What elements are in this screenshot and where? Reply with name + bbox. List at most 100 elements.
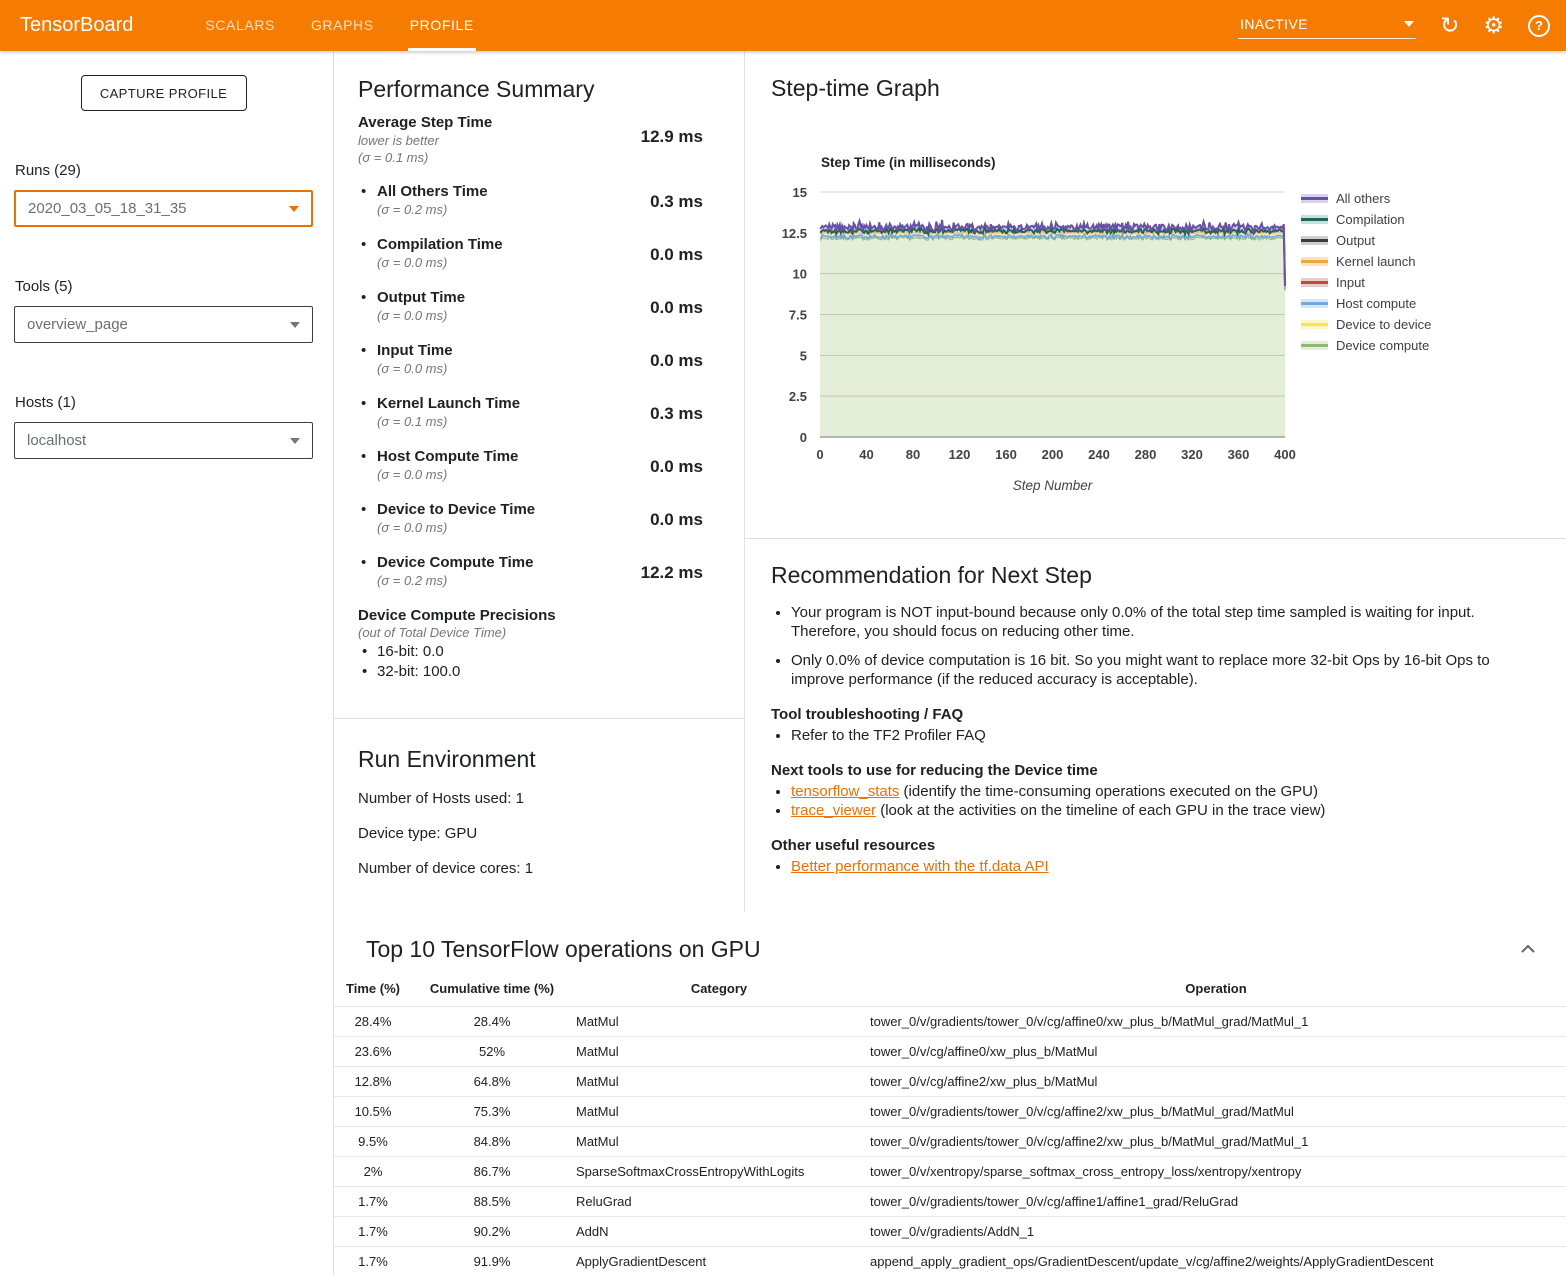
precisions-title: Device Compute Precisions: [358, 607, 744, 624]
run-environment-title: Run Environment: [358, 719, 744, 773]
metric-row: • Compilation Time (σ = 0.0 ms) 0.0 ms: [358, 236, 744, 275]
table-row: 9.5% 84.8% MatMul tower_0/v/gradients/to…: [334, 1127, 1566, 1157]
faq-heading: Tool troubleshooting / FAQ: [771, 706, 1530, 723]
cell-category: ReluGrad: [572, 1187, 866, 1217]
legend-swatch-icon: [1301, 341, 1328, 350]
tool-link-item: trace_viewer (look at the activities on …: [791, 801, 1530, 820]
tool-link[interactable]: Better performance with the tf.data API: [791, 858, 1049, 875]
legend-item[interactable]: Host compute: [1301, 293, 1431, 314]
cell-category: MatMul: [572, 1007, 866, 1037]
capture-profile-button[interactable]: CAPTURE PROFILE: [81, 75, 247, 111]
graph-column: Step-time Graph Step Time (in millisecon…: [745, 51, 1566, 912]
legend-label: Compilation: [1336, 212, 1405, 227]
status-dropdown[interactable]: INACTIVE: [1238, 12, 1416, 39]
step-time-graph-section: Step-time Graph Step Time (in millisecon…: [745, 51, 1566, 538]
tab-profile[interactable]: PROFILE: [408, 0, 476, 51]
recommendation-bullet: Your program is NOT input-bound because …: [791, 603, 1530, 641]
tool-link[interactable]: trace_viewer: [791, 802, 876, 819]
legend-swatch-icon: [1301, 194, 1328, 203]
table-row: 12.8% 64.8% MatMul tower_0/v/cg/affine2/…: [334, 1067, 1566, 1097]
column-header-cumulative: Cumulative time (%): [412, 976, 572, 1007]
legend-swatch-icon: [1301, 278, 1328, 287]
main-content: Performance Summary Average Step Time lo…: [334, 51, 1566, 1275]
metric-value: 0.0 ms: [650, 298, 703, 318]
svg-text:15: 15: [793, 185, 807, 200]
cell-cumulative: 64.8%: [412, 1067, 572, 1097]
cell-time: 23.6%: [334, 1037, 412, 1067]
cell-category: ApplyGradientDescent: [572, 1247, 866, 1275]
top-ops-section: Top 10 TensorFlow operations on GPU Time…: [334, 912, 1566, 1275]
metric-sigma: (σ = 0.1 ms): [358, 149, 744, 166]
sidebar: CAPTURE PROFILE Runs (29) 2020_03_05_18_…: [0, 51, 334, 1275]
legend-item[interactable]: All others: [1301, 188, 1431, 209]
runs-select[interactable]: 2020_03_05_18_31_35: [14, 190, 313, 227]
other-resources-heading: Other useful resources: [771, 837, 1530, 854]
app-header: TensorBoard SCALARS GRAPHS PROFILE INACT…: [0, 0, 1566, 51]
faq-item: Refer to the TF2 Profiler FAQ: [791, 726, 1530, 745]
cell-operation: tower_0/v/cg/affine2/xw_plus_b/MatMul: [866, 1067, 1566, 1097]
hosts-select[interactable]: localhost: [14, 422, 313, 459]
legend-item[interactable]: Kernel launch: [1301, 251, 1431, 272]
legend-swatch-icon: [1301, 299, 1328, 308]
legend-item[interactable]: Compilation: [1301, 209, 1431, 230]
legend-item[interactable]: Device to device: [1301, 314, 1431, 335]
runs-label: Runs (29): [15, 162, 313, 179]
svg-text:5: 5: [800, 348, 807, 363]
chevron-down-icon: [290, 322, 300, 328]
svg-text:80: 80: [906, 447, 920, 462]
hosts-select-value: localhost: [27, 432, 86, 449]
legend-swatch-icon: [1301, 320, 1328, 329]
bullet-icon: •: [361, 554, 366, 571]
step-time-chart: 02.557.51012.515040801201602002402803203…: [745, 171, 1566, 531]
legend-item[interactable]: Output: [1301, 230, 1431, 251]
run-environment-line: Number of Hosts used: 1: [358, 789, 744, 808]
help-icon[interactable]: ?: [1528, 15, 1550, 37]
tool-link-description: (look at the activities on the timeline …: [876, 802, 1325, 819]
cell-operation: append_apply_gradient_ops/GradientDescen…: [866, 1247, 1566, 1275]
bullet-icon: •: [361, 236, 366, 253]
app-title: TensorBoard: [20, 14, 133, 37]
settings-icon[interactable]: ⚙: [1483, 14, 1504, 38]
metric-row: • Device Compute Time (σ = 0.2 ms) 12.2 …: [358, 554, 744, 593]
legend-swatch-icon: [1301, 236, 1328, 245]
svg-text:0: 0: [800, 430, 807, 445]
table-row: 23.6% 52% MatMul tower_0/v/cg/affine0/xw…: [334, 1037, 1566, 1067]
run-environment-line: Device type: GPU: [358, 824, 744, 843]
precision-item: 32-bit: 100.0: [377, 662, 744, 682]
svg-text:280: 280: [1135, 447, 1157, 462]
chevron-down-icon: [290, 438, 300, 444]
average-step-time: Average Step Time lower is better (σ = 0…: [358, 114, 744, 166]
cell-time: 1.7%: [334, 1187, 412, 1217]
cell-operation: tower_0/v/gradients/tower_0/v/cg/affine2…: [866, 1097, 1566, 1127]
legend-label: Device to device: [1336, 317, 1431, 332]
metric-value: 12.9 ms: [641, 127, 703, 147]
tab-graphs[interactable]: GRAPHS: [309, 0, 376, 51]
cell-time: 2%: [334, 1157, 412, 1187]
metric-value: 0.3 ms: [650, 192, 703, 212]
cell-time: 12.8%: [334, 1067, 412, 1097]
cell-cumulative: 90.2%: [412, 1217, 572, 1247]
precisions-note: (out of Total Device Time): [358, 625, 744, 640]
precisions-list: 16-bit: 0.032-bit: 100.0: [377, 642, 744, 681]
legend-label: Kernel launch: [1336, 254, 1416, 269]
metric-value: 0.3 ms: [650, 404, 703, 424]
cell-cumulative: 52%: [412, 1037, 572, 1067]
refresh-icon[interactable]: ↻: [1440, 14, 1459, 38]
bullet-icon: •: [361, 289, 366, 306]
tab-scalars[interactable]: SCALARS: [203, 0, 277, 51]
top-ops-title: Top 10 TensorFlow operations on GPU: [366, 936, 1566, 963]
metric-row: • Output Time (σ = 0.0 ms) 0.0 ms: [358, 289, 744, 328]
top-ops-table: Time (%) Cumulative time (%) Category Op…: [334, 976, 1566, 1275]
metric-row: • Host Compute Time (σ = 0.0 ms) 0.0 ms: [358, 448, 744, 487]
metric-row: • Input Time (σ = 0.0 ms) 0.0 ms: [358, 342, 744, 381]
legend-item[interactable]: Input: [1301, 272, 1431, 293]
svg-text:2.5: 2.5: [789, 389, 807, 404]
tools-select[interactable]: overview_page: [14, 306, 313, 343]
legend-item[interactable]: Device compute: [1301, 335, 1431, 356]
tool-link[interactable]: tensorflow_stats: [791, 783, 899, 800]
svg-text:120: 120: [949, 447, 971, 462]
collapse-section-icon[interactable]: [1520, 942, 1536, 957]
metric-list: • All Others Time (σ = 0.2 ms) 0.3 ms • …: [358, 183, 744, 593]
cell-category: MatMul: [572, 1037, 866, 1067]
legend-swatch-icon: [1301, 257, 1328, 266]
